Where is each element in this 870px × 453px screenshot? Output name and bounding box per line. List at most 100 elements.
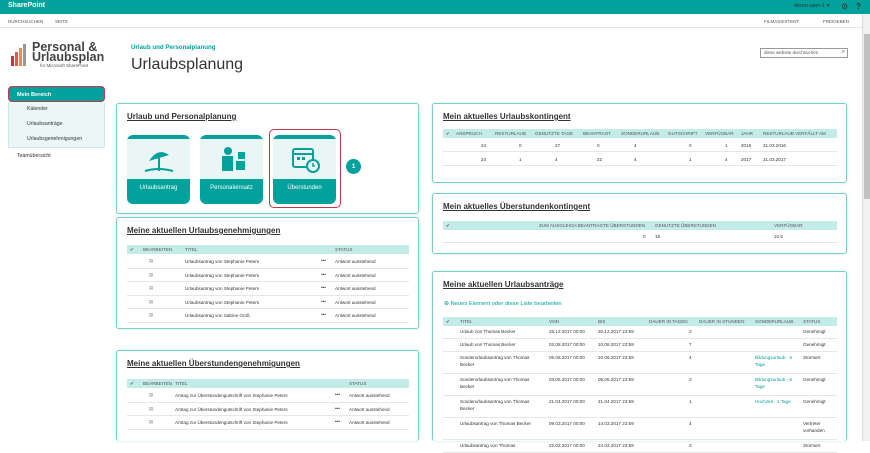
search-input[interactable]: diese website durchsuchen ⌕ xyxy=(760,48,848,58)
tile-urlaubsantrag[interactable]: Urlaubsantrag xyxy=(127,135,190,204)
col-header[interactable]: VON xyxy=(549,319,559,324)
row-title[interactable]: Sonderurlaubsantrag von Thomas Becker xyxy=(460,399,540,412)
col-title[interactable]: TITEL xyxy=(175,381,188,386)
app-brand[interactable]: SharePoint xyxy=(8,2,45,9)
user-menu[interactable]: demo-user-1 ▾ xyxy=(794,3,829,9)
table-row[interactable]: ▤ Antrag zur Überstundengutschrift von St… xyxy=(127,389,409,403)
row-sonderurlaub[interactable]: Bildungsurlaub - 5 Tage xyxy=(755,377,799,390)
search-icon[interactable]: ⌕ xyxy=(842,49,845,56)
tile-personaleinsatz[interactable]: Personaleinsatz xyxy=(200,135,263,204)
breadcrumb[interactable]: Urlaub und Personalplanung xyxy=(131,44,216,51)
table-row[interactable]: Sonderurlaubsantrag von Thomas Becker 03.… xyxy=(443,374,837,396)
nav-item-team[interactable]: Teamübersicht xyxy=(8,148,105,164)
col-requested[interactable]: ZUM AUSGLEICH BEANTRAGTE ÜBERSTUNDEN xyxy=(539,223,645,228)
table-row[interactable]: Urlaub von Thomas Becker 02.08.2017 00:00… xyxy=(443,339,837,352)
document-icon[interactable]: ▤ xyxy=(149,406,153,412)
row-title[interactable]: Sonderurlaubsantrag von Thomas Becker xyxy=(460,355,540,368)
row-title[interactable]: Urlaubsantrag von Thomas xyxy=(460,443,540,450)
document-icon[interactable]: ▤ xyxy=(149,299,153,305)
table-row[interactable]: ▤ Urlaubsantrag von Stephanie Peters ••• An… xyxy=(127,255,409,269)
nav-item-urlaubsgenehmigungen[interactable]: Urlaubsgenehmigungen xyxy=(9,132,104,147)
ellipsis-icon[interactable]: ••• xyxy=(335,419,340,424)
document-icon[interactable]: ▤ xyxy=(149,419,153,425)
col-header[interactable]: DAUER IN TAGEN xyxy=(649,319,688,324)
table-row[interactable]: ▤ Urlaubsantrag von Stephanie Peters ••• An… xyxy=(127,282,409,296)
document-icon[interactable]: ▤ xyxy=(149,285,153,291)
site-logo[interactable]: Personal & Urlaubsplan for Microsoft Sha… xyxy=(10,41,120,70)
ellipsis-icon[interactable]: ••• xyxy=(321,285,326,290)
col-header[interactable]: ANSPRUCH xyxy=(456,131,482,136)
nav-item-urlaubsantraege[interactable]: Urlaubsanträge xyxy=(9,117,104,132)
table-row[interactable]: ▤ Urlaubsantrag von Stephanie Peters ••• An… xyxy=(127,296,409,309)
table-row[interactable]: Urlaubsantrag von Thomas 22.02.2017 00:00… xyxy=(443,440,837,453)
row-title[interactable]: Urlaubsantrag von Stephanie Peters xyxy=(185,259,259,264)
col-header[interactable]: ✔ xyxy=(446,131,450,137)
col-header[interactable]: RESTURLAUB xyxy=(495,131,526,136)
col-header[interactable]: ✔ xyxy=(446,319,450,325)
col-header[interactable]: BEANTRAGT xyxy=(583,131,611,136)
col-title[interactable]: TITEL xyxy=(185,247,198,252)
table-row[interactable]: Urlaubsantrag von Thomas Becker 09.03.201… xyxy=(443,418,837,440)
col-header[interactable]: GENUTZTE TAGE xyxy=(535,131,573,136)
col-header[interactable]: BIS xyxy=(598,319,605,324)
new-item-link[interactable]: ⊕ Neues Element oder diese Liste bearbei… xyxy=(444,301,562,307)
ellipsis-icon[interactable]: ••• xyxy=(321,299,326,304)
col-header[interactable]: DAUER IN STUNDEN xyxy=(699,319,744,324)
col-used[interactable]: GENUTZTE ÜBERSTUNDEN xyxy=(655,223,716,228)
scrollbar[interactable] xyxy=(862,14,870,441)
row-title[interactable]: Urlaubsantrag von Stephanie Peters xyxy=(185,286,259,291)
overtime-approvals-title: Meine aktuellen Überstundengenehmigungen xyxy=(127,359,300,368)
row-title[interactable]: Urlaubsantrag von Stephanie Peters xyxy=(185,273,259,278)
row-title[interactable]: Sonderurlaubsantrag von Thomas Becker xyxy=(460,377,540,390)
table-row[interactable]: Urlaub von Thomas Becker 25.12.2017 00:00… xyxy=(443,326,837,339)
col-header[interactable]: SONDERURLAUB xyxy=(621,131,659,136)
col-header[interactable]: SONDERURLAUB xyxy=(755,319,793,324)
col-status[interactable]: STATUS xyxy=(349,381,366,386)
row-title[interactable]: Urlaubsantrag von Thomas Becker xyxy=(460,421,540,428)
table-row[interactable]: Sonderurlaubsantrag von Thomas Becker 05.… xyxy=(443,352,837,374)
nav-item-kalender[interactable]: Kalender xyxy=(9,102,104,117)
col-header[interactable]: JAHR xyxy=(741,131,753,136)
row-title[interactable]: Antrag zur Überstundengutschrift von Ste… xyxy=(175,420,288,425)
ellipsis-icon[interactable]: ••• xyxy=(321,312,326,317)
document-icon[interactable]: ▤ xyxy=(149,258,153,264)
gear-icon[interactable]: ⚙ xyxy=(841,2,848,11)
scrollbar-thumb[interactable] xyxy=(864,34,870,199)
tab-browse[interactable]: DURCHSUCHEN xyxy=(8,19,43,24)
col-available[interactable]: VERFÜGBAR xyxy=(774,223,803,228)
col-status[interactable]: STATUS xyxy=(335,247,352,252)
row-sonderurlaub[interactable]: Bildungsurlaub - 5 Tage xyxy=(755,355,799,368)
col-header[interactable]: RESTURLAUB VERFÄLLT AM xyxy=(763,131,826,136)
table-row[interactable]: ▤ Antrag zur Überstundengutschrift von St… xyxy=(127,416,409,430)
row-title[interactable]: Urlaub von Thomas Becker xyxy=(460,329,540,336)
table-row[interactable]: ▤ Urlaubsantrag von Sabine Groß ••• Antwort… xyxy=(127,309,409,323)
document-icon[interactable]: ▤ xyxy=(149,312,153,318)
wizard-link[interactable]: FILMASSISTENT xyxy=(764,19,799,24)
row-title[interactable]: Urlaubsantrag von Stephanie Peters xyxy=(185,300,259,305)
help-icon[interactable]: ? xyxy=(856,2,861,11)
share-link[interactable]: FREIGEBEN xyxy=(823,19,849,24)
col-header[interactable]: STATUS xyxy=(803,319,820,324)
row-title[interactable]: Urlaub von Thomas Becker xyxy=(460,342,540,349)
row-sonderurlaub[interactable]: Hochzeit - 1 Tage xyxy=(755,399,799,406)
table-row[interactable]: Sonderurlaubsantrag von Thomas Becker 21.… xyxy=(443,396,837,418)
document-icon[interactable]: ▤ xyxy=(149,272,153,278)
nav-main[interactable]: Mein Bereich xyxy=(8,86,105,102)
document-icon[interactable]: ▤ xyxy=(149,392,153,398)
row-title[interactable]: Antrag zur Überstundengutschrift von Ste… xyxy=(175,407,288,412)
table-row[interactable]: ▤ Antrag zur Überstundengutschrift von St… xyxy=(127,403,409,416)
table-row[interactable]: ▤ Urlaubsantrag von Stephanie Peters ••• An… xyxy=(127,269,409,282)
col-header[interactable]: VERFÜGBAR xyxy=(705,131,734,136)
tab-page[interactable]: SEITE xyxy=(55,19,68,24)
check-header[interactable]: ✔ xyxy=(446,223,450,229)
row-title[interactable]: Antrag zur Überstundengutschrift von Ste… xyxy=(175,393,288,398)
ellipsis-icon[interactable]: ••• xyxy=(321,272,326,277)
ellipsis-icon[interactable]: ••• xyxy=(321,258,326,263)
col-header[interactable]: GUTSCHRIFT xyxy=(668,131,698,136)
check-header[interactable]: ✔ xyxy=(130,247,134,253)
row-title[interactable]: Urlaubsantrag von Sabine Groß xyxy=(185,313,250,318)
col-header[interactable]: TITEL xyxy=(460,319,473,324)
ellipsis-icon[interactable]: ••• xyxy=(335,406,340,411)
check-header[interactable]: ✔ xyxy=(130,381,134,387)
ellipsis-icon[interactable]: ••• xyxy=(335,392,340,397)
